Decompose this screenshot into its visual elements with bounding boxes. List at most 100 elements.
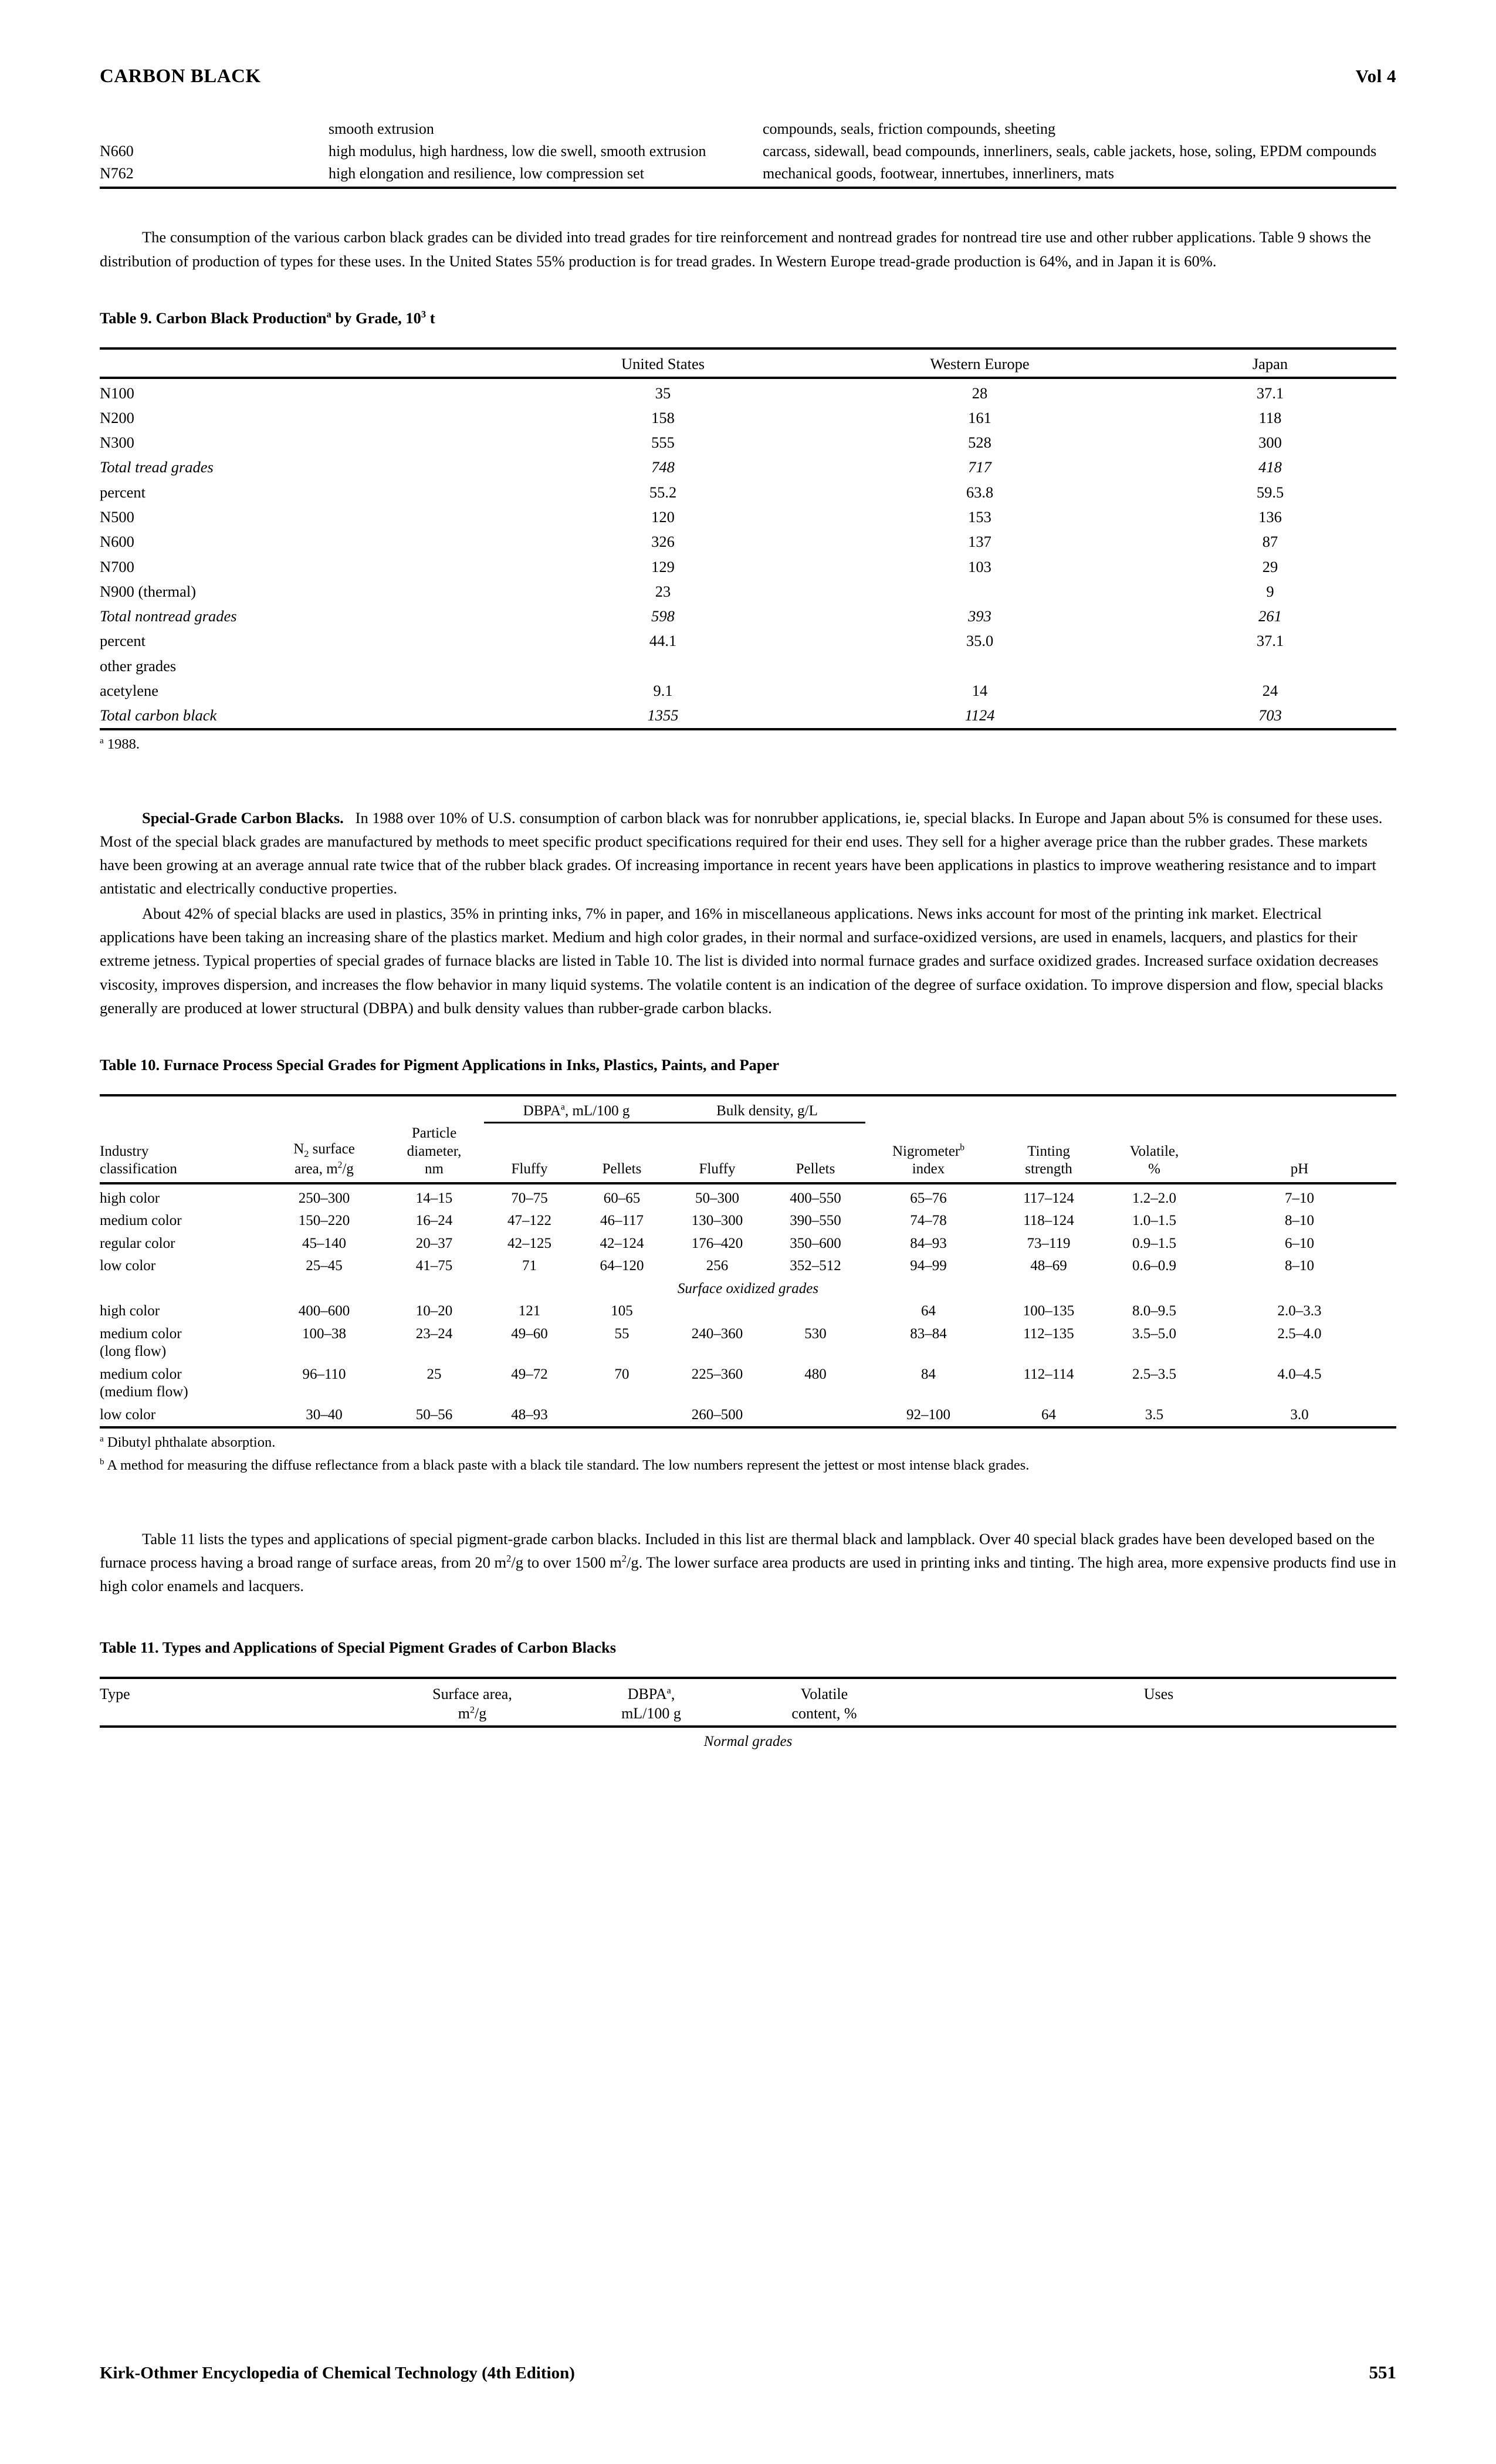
value-ph: 4.0–4.5 [1277,1366,1322,1382]
table10-caption: Table 10. Furnace Process Special Grades… [100,1056,780,1074]
applications-cell: compounds, seals, friction compounds, sh… [763,120,1055,137]
table-row: Total nontread grades 598 393 261 [100,604,1396,629]
header-line-1: DBPAa, [575,1685,727,1704]
footnote-text: 1988. [103,736,140,752]
page-footer: Kirk-Othmer Encyclopedia of Chemical Tec… [100,2362,1396,2464]
value-us: 120 [651,508,675,526]
value-bulk-pellets [766,1300,865,1323]
value-dbpa-fluffy: 47–122 [507,1213,551,1229]
col-dbpa-pellets: Pellets [602,1161,642,1177]
paragraph-text-part-2: /g to over 1500 m [511,1553,622,1571]
value-bulk-pellets: 352–512 [790,1258,841,1274]
header-line-2: % [1148,1161,1160,1177]
value-we: 161 [968,408,991,427]
row-label: regular color [100,1235,175,1251]
value-tinting: 112–114 [1023,1366,1074,1382]
value-we: 63.8 [966,483,994,501]
row-label: N200 [100,408,134,427]
col-nigrometer-index: Nigrometerb index [865,1122,991,1183]
footnote-marker-a: a [100,735,104,746]
value-nigrometer: 64 [921,1303,936,1319]
value-particle-diameter: 20–37 [415,1235,453,1251]
value-jp: 37.1 [1256,632,1284,650]
value-ph: 8–10 [1285,1213,1314,1229]
row-label: percent [100,632,145,650]
value-us: 555 [651,434,675,452]
table-row: N100 35 28 37.1 [100,377,1396,406]
col-volatile-content: Volatile content, % [727,1678,921,1727]
value-n2: 150–220 [298,1213,350,1229]
header-line-2: classification [100,1161,177,1177]
properties-cell: high modulus, high hardness, low die swe… [329,142,706,160]
value-ph: 2.0–3.3 [1277,1303,1322,1319]
value-we: 35.0 [966,632,994,650]
value-particle-diameter: 25 [427,1366,442,1382]
units-per-g: /g [475,1704,487,1722]
row-label-line-1: medium color [100,1366,182,1382]
value-bulk-pellets: 390–550 [790,1213,841,1229]
value-bulk-fluffy: 50–300 [695,1190,739,1206]
value-ph: 6–10 [1285,1235,1314,1251]
value-we: 528 [968,434,991,452]
value-we: 14 [972,681,988,699]
n2-label: N [293,1141,304,1157]
paragraph-run-in-heading: Special-Grade Carbon Blacks. [142,808,344,827]
continued-grades-table: smooth extrusion compounds, seals, frict… [100,118,1396,184]
group-header-dbpa: DBPAa, mL/100 g [484,1095,669,1123]
value-tinting: 100–135 [1023,1303,1075,1319]
table-row: acetylene 9.1 14 24 [100,678,1396,703]
area-label: area, m [295,1161,338,1177]
document-page: CARBON BLACK Vol 4 smooth extrusion comp… [0,0,1496,2464]
table-row: low color 30–40 50–56 48–93 260–500 92–1… [100,1404,1396,1427]
value-nigrometer: 84 [921,1366,936,1382]
value-tinting: 73–119 [1027,1235,1071,1251]
header-line-1: N2 surface [264,1140,384,1160]
header-line-1: Nigrometerb [865,1143,991,1161]
table-row: medium color (long flow) 100–38 23–24 49… [100,1323,1396,1363]
value-us: 748 [651,458,675,476]
table-row: high color 250–300 14–15 70–75 60–65 50–… [100,1183,1396,1210]
footnote-text: Dibutyl phthalate absorption. [103,1434,276,1451]
table-row: medium color (medium flow) 96–110 25 49–… [100,1363,1396,1404]
table9-caption-post: t [426,309,435,327]
col-type: Type [100,1685,130,1703]
table10-footnote-a: a Dibutyl phthalate absorption. [100,1432,1396,1454]
value-nigrometer: 65–76 [910,1190,947,1206]
table-row: N300 555 528 300 [100,431,1396,455]
value-dbpa-fluffy: 42–125 [507,1235,551,1251]
value-we [815,579,1144,604]
table-row: N660 high modulus, high hardness, low di… [100,140,1396,163]
nigrometer-label: Nigrometer [892,1143,960,1159]
row-label: other grades [100,656,177,675]
row-label-line-2: (medium flow) [100,1384,188,1400]
row-label: medium color (medium flow) [100,1363,264,1404]
row-label: Total tread grades [100,458,214,476]
table-row: high color 400–600 10–20 121 105 64 100–… [100,1300,1396,1323]
value-dbpa-fluffy: 49–60 [511,1325,548,1342]
header-line-2: mL/100 g [621,1704,681,1722]
table9-caption-exponent: 3 [421,309,427,320]
row-label: low color [100,1406,156,1423]
value-we: 28 [972,384,988,402]
col-uses: Uses [1143,1685,1174,1703]
header-line-1: Industry [100,1143,149,1159]
value-n2: 30–40 [306,1406,343,1423]
table10-section-row: Surface oxidized grades [100,1278,1396,1301]
value-bulk-pellets: 480 [804,1366,827,1382]
value-volatile: 3.5–5.0 [1132,1325,1176,1342]
value-bulk-fluffy: 256 [706,1258,729,1274]
header-line-2: area, m2/g [264,1160,384,1179]
value-dbpa-fluffy: 49–72 [511,1366,548,1382]
col-bulk-fluffy: Fluffy [699,1161,736,1177]
value-particle-diameter: 41–75 [415,1258,453,1274]
col-n2-surface-area: N2 surface area, m2/g [264,1122,384,1183]
value-bulk-fluffy: 176–420 [691,1235,743,1251]
value-jp: 703 [1258,706,1282,725]
table-row: Total tread grades 748 717 418 [100,455,1396,480]
value-bulk-fluffy [669,1300,766,1323]
units-exponent: 2 [469,1705,475,1715]
properties-cell: smooth extrusion [329,120,434,137]
table9-col-blank [100,348,510,378]
